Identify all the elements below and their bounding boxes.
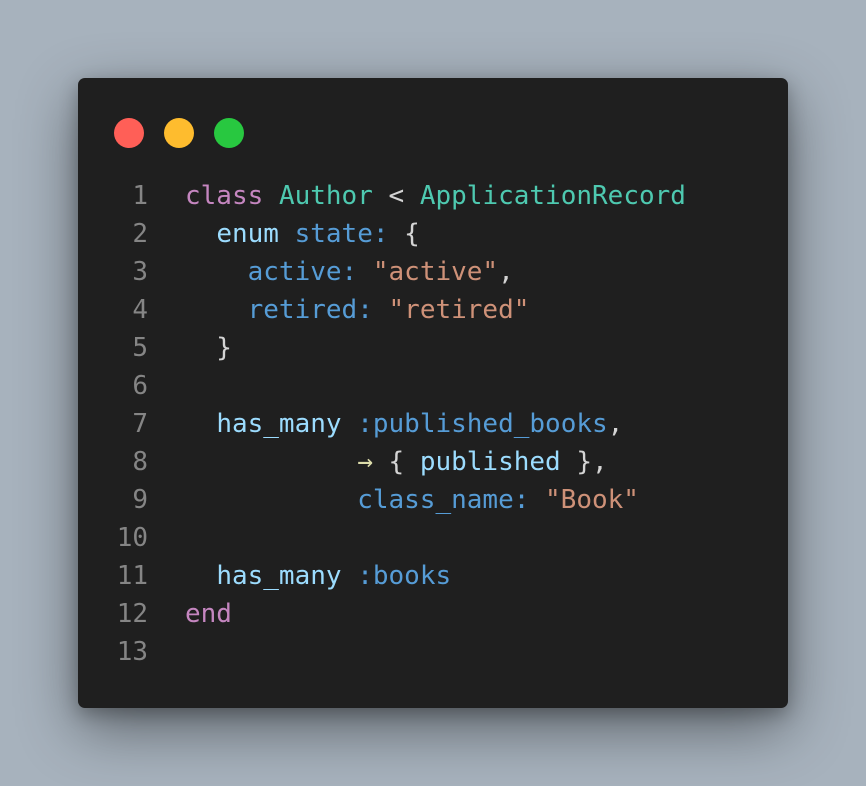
- code-token: has_many: [216, 561, 342, 591]
- code-token: "active": [372, 257, 499, 287]
- line-source: [148, 367, 185, 405]
- code-line: 11 has_many :books: [108, 557, 686, 595]
- code-token: →: [357, 447, 373, 477]
- line-source: retired: "retired": [148, 291, 530, 329]
- line-number: 5: [132, 333, 148, 363]
- minimize-window-button[interactable]: [164, 118, 194, 148]
- code-token: }: [185, 333, 232, 363]
- line-source: active: "active",: [148, 253, 514, 291]
- line-source: has_many :published_books,: [148, 405, 623, 443]
- code-line: 8 → { published },: [108, 443, 686, 481]
- code-line: 1 class Author < ApplicationRecord: [108, 177, 686, 215]
- line-number: 3: [132, 257, 148, 287]
- code-line: 4 retired: "retired": [108, 291, 686, 329]
- code-block: 1 class Author < ApplicationRecord 2 enum …: [108, 177, 686, 671]
- code-line: 9 class_name: "Book": [108, 481, 686, 519]
- code-line: 10: [108, 519, 686, 557]
- line-number: 2: [132, 219, 148, 249]
- line-number: 1: [132, 181, 148, 211]
- code-token: },: [560, 447, 608, 477]
- code-line: 3 active: "active",: [108, 253, 686, 291]
- line-number: 8: [132, 447, 148, 477]
- code-token: class: [185, 181, 264, 211]
- code-window: 1 class Author < ApplicationRecord 2 enum …: [78, 78, 788, 708]
- line-source: class Author < ApplicationRecord: [148, 177, 686, 215]
- code-token: {: [388, 219, 420, 249]
- code-token: has_many: [216, 409, 342, 439]
- line-source: → { published },: [148, 443, 608, 481]
- code-token: ,: [607, 409, 624, 439]
- code-token: published: [419, 447, 561, 477]
- line-source: [148, 519, 185, 557]
- line-number: 11: [116, 561, 148, 591]
- code-token: class_name:: [357, 485, 530, 515]
- line-number: 13: [116, 637, 148, 667]
- code-line: 12 end: [108, 595, 686, 633]
- line-number: 4: [132, 295, 148, 325]
- code-token: end: [185, 599, 232, 629]
- code-token: enum: [216, 219, 279, 249]
- line-source: has_many :books: [148, 557, 451, 595]
- line-source: end: [148, 595, 232, 633]
- code-token: "Book": [545, 485, 639, 515]
- code-token: ,: [498, 257, 514, 287]
- code-line: 5 }: [108, 329, 686, 367]
- close-window-button[interactable]: [114, 118, 144, 148]
- code-line: 6: [108, 367, 686, 405]
- line-source: }: [148, 329, 232, 367]
- line-number: 12: [116, 599, 148, 629]
- line-source: class_name: "Book": [148, 481, 639, 519]
- code-token: <: [372, 181, 420, 211]
- line-number: 9: [132, 485, 148, 515]
- code-line: 13: [108, 633, 686, 671]
- code-token: ApplicationRecord: [419, 181, 686, 211]
- line-number: 7: [132, 409, 148, 439]
- maximize-window-button[interactable]: [214, 118, 244, 148]
- code-token: retired:: [247, 295, 373, 325]
- code-line: 2 enum state: {: [108, 215, 686, 253]
- line-number: 6: [132, 371, 148, 401]
- code-line: 7 has_many :published_books,: [108, 405, 686, 443]
- code-token: {: [372, 447, 420, 477]
- code-token: state:: [294, 219, 389, 249]
- line-source: enum state: {: [148, 215, 420, 253]
- code-token: :books: [357, 561, 452, 591]
- code-token: :published_books: [357, 409, 608, 439]
- code-token: active:: [247, 257, 358, 287]
- line-number: 10: [116, 523, 148, 553]
- code-token: Author: [278, 181, 373, 211]
- line-source: [148, 633, 185, 671]
- code-token: "retired": [388, 295, 530, 325]
